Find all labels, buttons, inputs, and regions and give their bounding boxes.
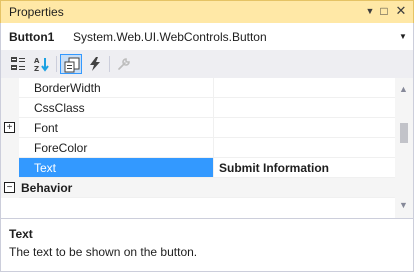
events-button[interactable]: [84, 54, 106, 74]
row-margin: [1, 78, 19, 98]
expand-icon[interactable]: +: [4, 122, 15, 133]
close-icon[interactable]: ✕: [394, 3, 408, 19]
svg-text:Z: Z: [34, 65, 39, 72]
property-pages-button[interactable]: [113, 54, 135, 74]
category-value: [213, 178, 395, 198]
property-name: Text: [19, 158, 213, 178]
row-margin: [1, 98, 19, 118]
properties-toolbar: A Z: [0, 50, 414, 78]
vertical-scrollbar[interactable]: ▲ ▼: [395, 78, 413, 218]
property-name: BorderWidth: [19, 78, 213, 98]
property-value[interactable]: [213, 118, 395, 138]
property-name: ForeColor: [19, 138, 213, 158]
category-name: Behavior: [19, 178, 213, 198]
property-name: Font: [19, 118, 213, 138]
categorized-icon: [11, 57, 25, 70]
window-titlebar[interactable]: Properties ▼ □ ✕: [0, 0, 414, 23]
description-title: Text: [9, 227, 33, 241]
events-icon: [90, 57, 100, 71]
svg-text:A: A: [34, 57, 40, 65]
property-value[interactable]: Submit Information: [213, 158, 395, 178]
properties-button[interactable]: [60, 54, 82, 74]
row-margin: [1, 158, 19, 178]
object-type: System.Web.UI.WebControls.Button: [73, 30, 267, 44]
alphabetical-button[interactable]: A Z: [31, 54, 53, 74]
row-margin: [1, 138, 19, 158]
property-value[interactable]: [213, 78, 395, 98]
property-value[interactable]: [213, 138, 395, 158]
maximize-icon[interactable]: □: [377, 3, 391, 19]
property-row-cssclass[interactable]: CssClass: [1, 98, 395, 118]
category-row-behavior[interactable]: − Behavior: [1, 178, 395, 198]
toolbar-separator: [109, 56, 110, 72]
property-value[interactable]: [213, 98, 395, 118]
row-margin: +: [1, 118, 19, 138]
alphabetical-icon: A Z: [34, 57, 49, 72]
property-pages-icon: [118, 58, 130, 70]
properties-window: Properties ▼ □ ✕ Button1 System.Web.UI.W…: [0, 0, 414, 272]
object-name: Button1: [9, 30, 55, 44]
properties-icon: [64, 57, 80, 73]
property-row-font[interactable]: + Font: [1, 118, 395, 138]
description-pane: Text The text to be shown on the button.: [0, 218, 414, 272]
window-title: Properties: [9, 5, 64, 19]
property-grid: BorderWidth CssClass + Font ForeColor Te…: [0, 78, 414, 218]
property-row-borderwidth[interactable]: BorderWidth: [1, 78, 395, 98]
categorized-button[interactable]: [7, 54, 29, 74]
collapse-icon[interactable]: −: [4, 182, 15, 193]
window-position-dropdown-icon[interactable]: ▼: [363, 3, 377, 19]
property-name: CssClass: [19, 98, 213, 118]
description-text: The text to be shown on the button.: [9, 245, 198, 259]
object-selector[interactable]: Button1 System.Web.UI.WebControls.Button…: [0, 23, 414, 50]
property-row-text[interactable]: Text Submit Information: [1, 158, 395, 178]
chevron-down-icon[interactable]: ▼: [399, 32, 407, 41]
row-margin: −: [1, 178, 19, 198]
toolbar-separator: [56, 56, 57, 72]
scroll-up-icon[interactable]: ▲: [399, 84, 408, 94]
property-row-forecolor[interactable]: ForeColor: [1, 138, 395, 158]
scroll-down-icon[interactable]: ▼: [399, 200, 408, 210]
scrollbar-thumb[interactable]: [400, 123, 408, 143]
